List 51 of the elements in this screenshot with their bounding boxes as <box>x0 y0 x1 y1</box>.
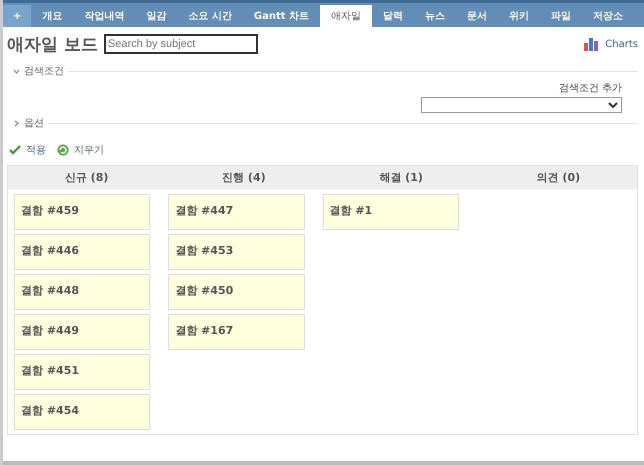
issue-title: 결함 #446 <box>21 244 80 257</box>
tab[interactable]: 소요 시간 <box>177 5 243 27</box>
add-filter-label: 검색조건 추가 <box>558 82 622 95</box>
tab[interactable]: Gantt 차트 <box>242 5 320 27</box>
page-title: 애자일 보드 <box>7 34 98 56</box>
tab[interactable]: 개요 <box>31 5 74 27</box>
filters-toggle[interactable]: 검색조건 <box>24 64 64 78</box>
issue-title: 결함 #454 <box>21 404 80 417</box>
issue-title: 결함 #167 <box>175 324 234 337</box>
issue-card[interactable]: 결함 #450 <box>168 274 304 310</box>
tab[interactable]: 작업내역 <box>73 5 136 27</box>
column-header: 진행 (4) <box>221 170 267 186</box>
charts-link[interactable]: Charts <box>605 38 638 50</box>
options-toggle[interactable]: 옵션 <box>24 116 44 130</box>
tab[interactable]: 문서 <box>456 5 498 27</box>
issue-title: 결함 #453 <box>175 244 234 257</box>
tab[interactable]: 위키 <box>498 5 540 27</box>
issue-card[interactable]: 결함 #448 <box>14 274 150 310</box>
tab[interactable]: 애자일 <box>320 5 372 27</box>
refresh-icon <box>57 144 69 156</box>
issue-card[interactable]: 결함 #167 <box>168 314 304 350</box>
issue-title: 결함 #450 <box>175 284 234 297</box>
issue-card[interactable]: 결함 #446 <box>14 234 150 270</box>
issue-title: 결함 #459 <box>21 204 80 217</box>
tab[interactable]: 저장소 <box>582 5 634 27</box>
issue-card[interactable]: 결함 #449 <box>14 314 150 350</box>
issue-card[interactable]: 결함 #453 <box>168 234 304 270</box>
column-header: 해결 (1) <box>378 170 424 186</box>
tab[interactable]: 파일 <box>540 5 582 27</box>
issue-card[interactable]: 결함 #459 <box>14 194 150 230</box>
issue-card[interactable]: 결함 #1 <box>322 194 459 230</box>
issue-title: 결함 #451 <box>21 364 80 377</box>
issue-card[interactable]: 결함 #451 <box>14 354 150 390</box>
clear-link[interactable]: 지우기 <box>74 143 104 157</box>
checkmark-icon <box>9 145 21 155</box>
add-filter-select[interactable] <box>421 97 622 113</box>
dropdown-icon <box>608 102 618 108</box>
issue-card[interactable]: 결함 #447 <box>168 194 304 230</box>
issue-title: 결함 #448 <box>21 284 80 297</box>
issue-title: 결함 #1 <box>330 204 372 217</box>
search-field[interactable]: Search by subject <box>104 34 258 54</box>
tab[interactable]: 달력 <box>372 5 414 27</box>
column-header: 신규 (8) <box>64 170 110 186</box>
issue-title: 결함 #449 <box>21 324 80 337</box>
column-header: 의견 (0) <box>536 170 582 186</box>
bar-chart-icon <box>583 37 600 51</box>
issue-card[interactable]: 결함 #454 <box>14 394 150 430</box>
tab[interactable]: 뉴스 <box>414 5 456 27</box>
issue-title: 결함 #447 <box>175 204 234 217</box>
tab[interactable]: 일감 <box>135 5 178 27</box>
apply-link[interactable]: 적용 <box>26 143 46 157</box>
